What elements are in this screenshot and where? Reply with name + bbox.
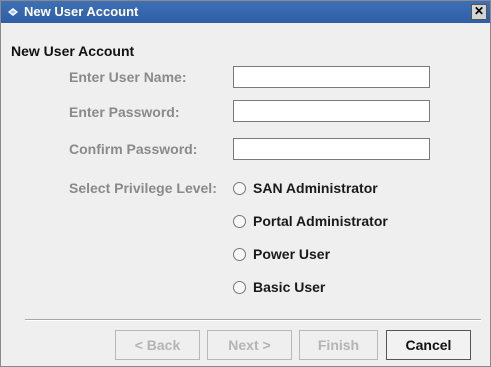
password-label: Enter Password: [69, 104, 180, 120]
next-button[interactable]: Next > [207, 330, 292, 360]
app-icon [8, 8, 18, 16]
radio-unselected-icon[interactable] [233, 215, 246, 228]
radio-label: Basic User [253, 279, 326, 295]
dialog-content: New User Account Enter User Name: Enter … [1, 23, 490, 366]
window-title: New User Account [24, 4, 139, 19]
close-button[interactable]: ✕ [471, 4, 487, 20]
title-bar: New User Account ✕ [1, 1, 490, 23]
button-separator [25, 319, 481, 321]
username-label: Enter User Name: [69, 69, 187, 85]
privilege-level-label: Select Privilege Level: [69, 180, 217, 196]
radio-unselected-icon[interactable] [233, 248, 246, 261]
confirm-password-label: Confirm Password: [69, 141, 198, 157]
username-field[interactable] [233, 66, 430, 88]
radio-unselected-icon[interactable] [233, 182, 246, 195]
confirm-password-field[interactable] [233, 138, 430, 160]
form-heading: New User Account [11, 43, 135, 59]
radio-label: SAN Administrator [253, 180, 378, 196]
radio-label: Portal Administrator [253, 213, 388, 229]
cancel-button[interactable]: Cancel [386, 330, 471, 360]
radio-label: Power User [253, 246, 331, 262]
close-icon: ✕ [473, 4, 485, 18]
finish-button[interactable]: Finish [299, 330, 378, 360]
password-field[interactable] [233, 100, 430, 122]
back-button[interactable]: < Back [115, 330, 200, 360]
new-user-account-dialog: New User Account ✕ New User Account Ente… [0, 0, 491, 367]
radio-unselected-icon[interactable] [233, 281, 246, 294]
